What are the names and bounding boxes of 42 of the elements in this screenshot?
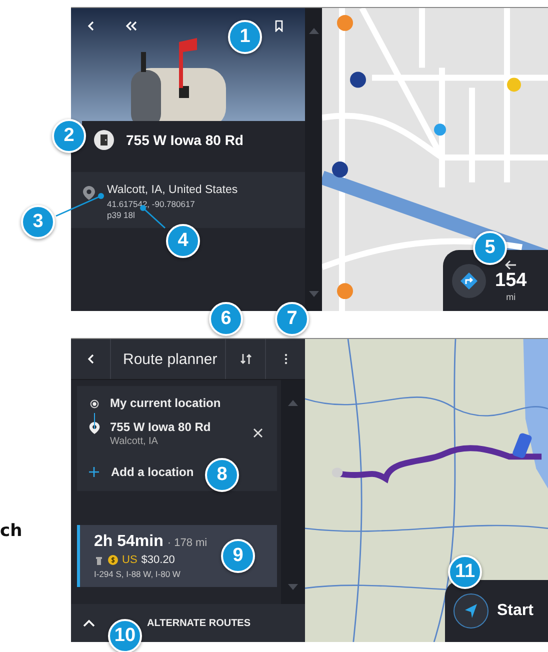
swap-arrows-icon	[240, 353, 252, 365]
route-roads: I-294 S, I-88 W, I-80 W	[94, 569, 182, 579]
step-marker: 6	[209, 302, 243, 336]
address-text: Walcott, IA, United States	[107, 184, 238, 196]
left-arrow-icon	[504, 260, 517, 270]
collapse-icon[interactable]	[123, 20, 139, 32]
scroll-up-icon[interactable]	[288, 400, 298, 406]
scroll-down-icon[interactable]	[288, 584, 298, 590]
scroll-up-icon[interactable]	[308, 28, 318, 34]
route-distance: · 178 mi	[167, 537, 208, 549]
scroll-down-icon[interactable]	[308, 291, 318, 297]
step-marker: 2	[52, 119, 86, 153]
stop-detail: Walcott, IA	[110, 436, 159, 447]
start-button[interactable]: Start	[445, 580, 548, 642]
location-code: p39 18l	[107, 210, 136, 220]
stop-name[interactable]: My current location	[110, 396, 267, 410]
toll-booth-icon	[94, 555, 104, 565]
coin-icon	[108, 555, 118, 565]
toll-cost: $30.20	[141, 554, 175, 566]
door-icon	[94, 130, 114, 150]
screen-title: Route planner	[122, 350, 218, 368]
current-location-icon	[89, 398, 100, 410]
turn-sign-icon[interactable]	[451, 262, 487, 298]
route-connector	[94, 413, 95, 429]
step-marker: 3	[21, 205, 55, 239]
step-marker: 7	[275, 302, 309, 336]
place-title: 755 W Iowa 80 Rd	[126, 132, 244, 148]
bookmark-icon[interactable]	[273, 20, 285, 32]
route-duration: 2h 54min	[94, 533, 164, 551]
page-text: ch	[0, 521, 22, 541]
toll-currency: US	[122, 554, 138, 566]
plus-icon	[89, 467, 99, 477]
coordinates-text: 41.617542, -90.780617	[107, 199, 196, 209]
chevron-up-icon	[83, 619, 95, 627]
leader-line	[56, 193, 104, 217]
distance-value: 154	[495, 270, 527, 292]
location-pin-icon	[89, 422, 100, 434]
distance-unit: mi	[506, 292, 516, 302]
stop-name[interactable]: 755 W Iowa 80 Rd	[110, 420, 243, 434]
close-icon[interactable]	[253, 428, 263, 438]
add-location-button[interactable]: Add a location	[77, 455, 206, 491]
location-pin-icon	[83, 186, 95, 200]
